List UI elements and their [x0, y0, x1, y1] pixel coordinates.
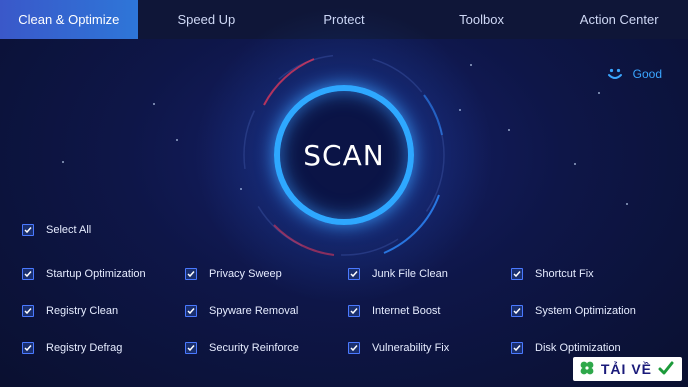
watermark-badge: TẢI VỀ — [572, 357, 682, 381]
system-status: Good — [605, 64, 662, 84]
checkbox-checked-icon[interactable] — [511, 268, 523, 280]
checkbox-checked-icon[interactable] — [348, 305, 360, 317]
option-label: Junk File Clean — [372, 268, 448, 280]
checkmark-icon — [658, 360, 674, 379]
checkbox-checked-icon[interactable] — [22, 305, 34, 317]
option-shortcut-fix[interactable]: Shortcut Fix — [511, 268, 594, 280]
checkbox-checked-icon[interactable] — [22, 268, 34, 280]
option-startup-optimization[interactable]: Startup Optimization — [22, 268, 146, 280]
background-star — [626, 203, 628, 205]
option-vulnerability-fix[interactable]: Vulnerability Fix — [348, 342, 449, 354]
checkbox-checked-icon[interactable] — [511, 342, 523, 354]
option-label: Disk Optimization — [535, 342, 621, 354]
option-registry-defrag[interactable]: Registry Defrag — [22, 342, 122, 354]
checkbox-checked-icon[interactable] — [185, 305, 197, 317]
clover-icon — [579, 360, 595, 379]
option-disk-optimization[interactable]: Disk Optimization — [511, 342, 621, 354]
select-all-label: Select All — [46, 224, 92, 236]
checkbox-checked-icon[interactable] — [22, 224, 34, 236]
checkbox-checked-icon[interactable] — [348, 268, 360, 280]
background-star — [508, 129, 510, 131]
tab-toolbox[interactable]: Toolbox — [413, 0, 551, 39]
tab-clean-optimize[interactable]: Clean & Optimize — [0, 0, 138, 39]
option-spyware-removal[interactable]: Spyware Removal — [185, 305, 298, 317]
option-label: Registry Defrag — [46, 342, 123, 354]
background-star — [153, 103, 155, 105]
option-security-reinforce[interactable]: Security Reinforce — [185, 342, 299, 354]
option-system-optimization[interactable]: System Optimization — [511, 305, 636, 317]
option-privacy-sweep[interactable]: Privacy Sweep — [185, 268, 282, 280]
tab-action-center[interactable]: Action Center — [550, 0, 688, 39]
background-star — [598, 92, 600, 94]
option-internet-boost[interactable]: Internet Boost — [348, 305, 441, 317]
watermark-text: TẢI VỀ — [600, 361, 652, 377]
smiley-face-icon — [605, 64, 625, 84]
option-registry-clean[interactable]: Registry Clean — [22, 305, 118, 317]
status-label: Good — [632, 67, 662, 81]
checkbox-checked-icon[interactable] — [22, 342, 34, 354]
option-label: Shortcut Fix — [535, 268, 594, 280]
background-star — [62, 161, 64, 163]
option-junk-file-clean[interactable]: Junk File Clean — [348, 268, 448, 280]
checkbox-checked-icon[interactable] — [511, 305, 523, 317]
option-label: Vulnerability Fix — [372, 342, 450, 354]
option-label: Internet Boost — [372, 305, 441, 317]
checkbox-checked-icon[interactable] — [185, 268, 197, 280]
option-label: Security Reinforce — [209, 342, 299, 354]
option-label: Registry Clean — [46, 305, 119, 317]
option-label: Privacy Sweep — [209, 268, 282, 280]
background-star — [176, 139, 178, 141]
option-label: System Optimization — [535, 305, 636, 317]
option-label: Startup Optimization — [46, 268, 146, 280]
background-star — [470, 64, 472, 66]
scan-area: SCAN — [194, 5, 494, 305]
scan-button[interactable]: SCAN — [264, 75, 424, 235]
option-label: Spyware Removal — [209, 305, 299, 317]
background-star — [574, 163, 576, 165]
checkbox-checked-icon[interactable] — [185, 342, 197, 354]
select-all-checkbox[interactable]: Select All — [22, 224, 91, 236]
checkbox-checked-icon[interactable] — [348, 342, 360, 354]
app-window: Clean & Optimize Speed Up Protect Toolbo… — [0, 0, 688, 387]
